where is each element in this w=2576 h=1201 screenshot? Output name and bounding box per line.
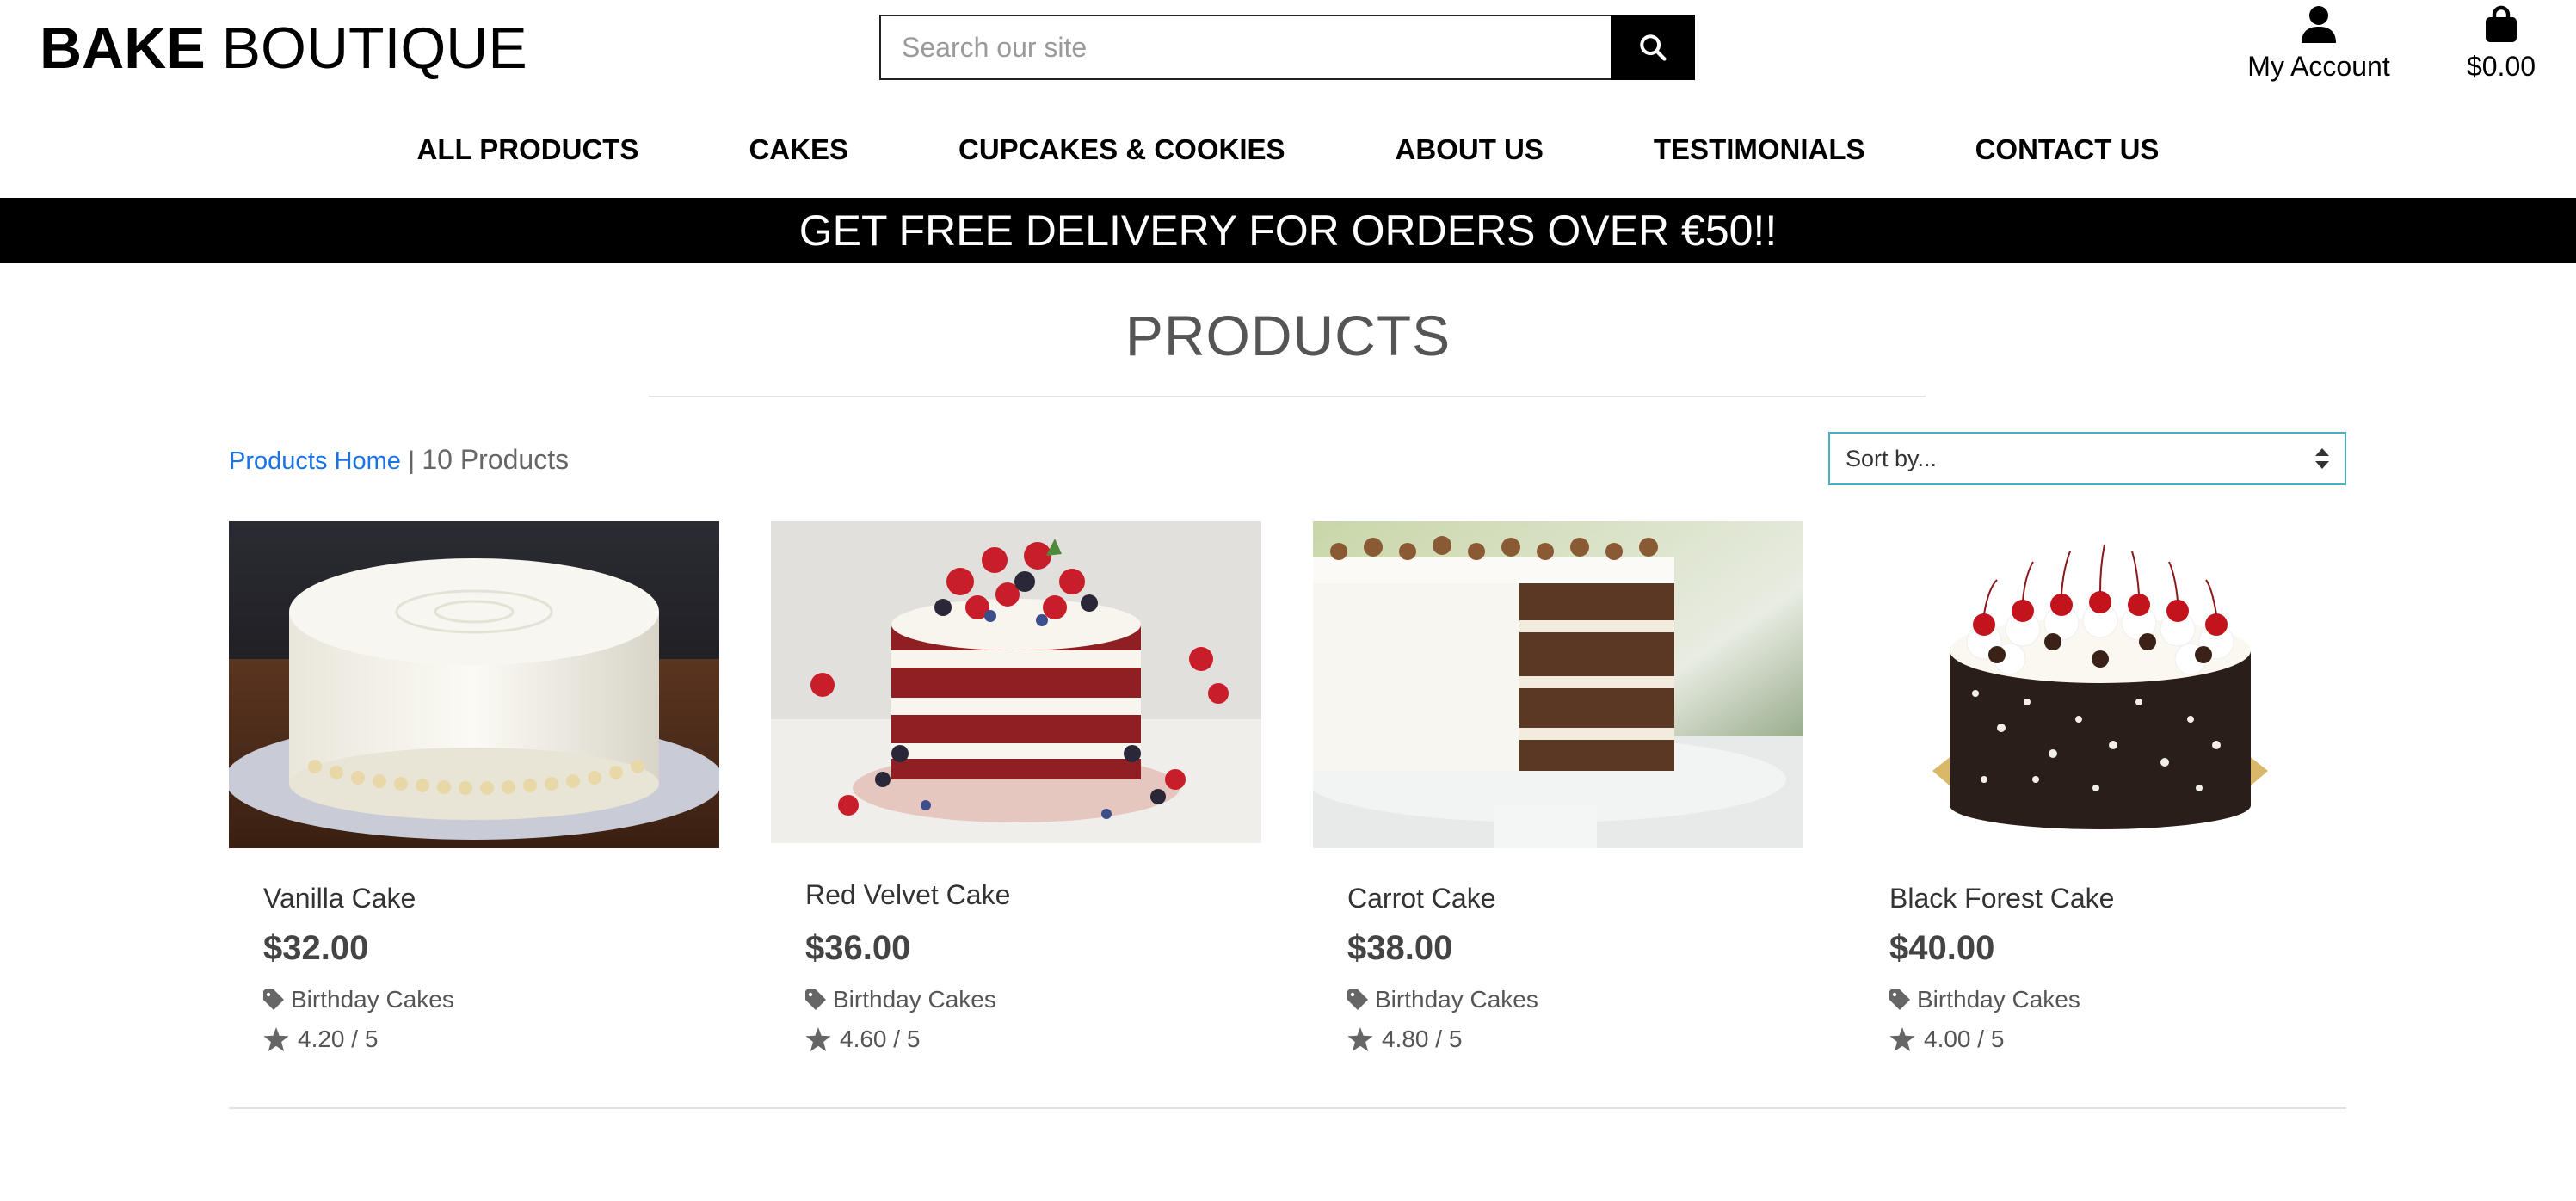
search-bar <box>879 15 1695 80</box>
product-category[interactable]: Birthday Cakes <box>263 984 454 1015</box>
product-category[interactable]: Birthday Cakes <box>1347 984 1538 1015</box>
sort-select-value: Sort by... <box>1846 445 1938 471</box>
breadcrumb: Products Home | 10 Products <box>229 442 569 478</box>
title-divider <box>649 396 1926 397</box>
product-rating: 4.00 / 5 <box>1889 1024 2004 1055</box>
bottom-divider <box>229 1107 2346 1109</box>
product-rating-value: 4.80 / 5 <box>1382 1025 1463 1052</box>
product-rating: 4.80 / 5 <box>1347 1024 1462 1055</box>
star-icon <box>1889 1027 1915 1051</box>
product-image-carrot-cake[interactable] <box>1313 521 1803 848</box>
sort-select[interactable]: Sort by... <box>1828 432 2346 485</box>
nav-about-us[interactable]: ABOUT US <box>1396 129 1544 170</box>
tag-icon <box>263 989 284 1010</box>
nav-contact-us[interactable]: CONTACT US <box>1975 129 2160 170</box>
product-name[interactable]: Vanilla Cake <box>263 881 416 915</box>
product-price: $38.00 <box>1347 929 1453 967</box>
main-nav: ALL PRODUCTS CAKES CUPCAKES & COOKIES AB… <box>0 129 2576 170</box>
product-rating-value: 4.00 / 5 <box>1924 1025 2005 1052</box>
nav-all-products[interactable]: ALL PRODUCTS <box>417 129 639 170</box>
product-name[interactable]: Red Velvet Cake <box>805 878 1010 912</box>
product-price: $36.00 <box>805 929 911 967</box>
nav-testimonials[interactable]: TESTIMONIALS <box>1654 129 1865 170</box>
breadcrumb-separator: | <box>408 447 415 475</box>
star-icon <box>263 1027 289 1051</box>
cart-total: $0.00 <box>2466 51 2536 82</box>
my-account-link[interactable]: My Account <box>2237 5 2400 83</box>
tag-icon <box>1347 989 1368 1010</box>
product-card[interactable]: Vanilla Cake $32.00 Birthday Cakes 4.20 … <box>229 521 719 1052</box>
product-category-label: Birthday Cakes <box>1375 986 1538 1013</box>
product-count: 10 Products <box>422 444 570 475</box>
star-icon <box>805 1027 831 1051</box>
product-category-label: Birthday Cakes <box>833 986 996 1013</box>
tag-icon <box>805 989 826 1010</box>
search-button[interactable] <box>1611 15 1695 80</box>
product-image-black-forest-cake[interactable] <box>1855 521 2345 848</box>
search-input[interactable] <box>879 15 1611 80</box>
product-category[interactable]: Birthday Cakes <box>805 984 996 1015</box>
brand-logo[interactable]: BAKE BOUTIQUE <box>40 12 527 84</box>
product-rating: 4.20 / 5 <box>263 1024 378 1055</box>
search-icon <box>1640 34 1667 61</box>
product-price: $32.00 <box>263 929 369 967</box>
tag-icon <box>1889 989 1910 1010</box>
cart-link[interactable]: $0.00 <box>2454 5 2548 83</box>
product-rating-value: 4.60 / 5 <box>840 1025 921 1052</box>
product-image-vanilla-cake[interactable] <box>229 521 719 848</box>
my-account-label: My Account <box>2247 51 2390 82</box>
product-rating: 4.60 / 5 <box>805 1024 920 1055</box>
promo-banner: GET FREE DELIVERY FOR ORDERS OVER €50!! <box>0 198 2576 263</box>
brand-logo-bold: BAKE <box>40 15 206 81</box>
brand-logo-light: BOUTIQUE <box>221 15 527 81</box>
products-home-link[interactable]: Products Home <box>229 447 401 475</box>
product-category[interactable]: Birthday Cakes <box>1889 984 2080 1015</box>
product-category-label: Birthday Cakes <box>291 986 454 1013</box>
product-image-red-velvet-cake[interactable] <box>771 521 1261 843</box>
page-title: PRODUCTS <box>1125 304 1451 367</box>
product-rating-value: 4.20 / 5 <box>298 1025 379 1052</box>
product-name[interactable]: Carrot Cake <box>1347 881 1496 915</box>
product-name[interactable]: Black Forest Cake <box>1889 881 2114 915</box>
sort-arrows-icon <box>2315 448 2329 469</box>
product-card[interactable]: Black Forest Cake $40.00 Birthday Cakes … <box>1855 521 2345 1052</box>
shopping-bag-icon <box>2486 5 2517 42</box>
product-category-label: Birthday Cakes <box>1917 986 2080 1013</box>
product-price: $40.00 <box>1889 929 1995 967</box>
nav-cakes[interactable]: CAKES <box>749 129 848 170</box>
star-icon <box>1347 1027 1373 1051</box>
product-card[interactable]: Red Velvet Cake $36.00 Birthday Cakes 4.… <box>771 521 1261 1052</box>
user-icon <box>2302 6 2336 43</box>
nav-cupcakes-cookies[interactable]: CUPCAKES & COOKIES <box>958 129 1285 170</box>
product-card[interactable]: Carrot Cake $38.00 Birthday Cakes 4.80 /… <box>1313 521 1803 1052</box>
